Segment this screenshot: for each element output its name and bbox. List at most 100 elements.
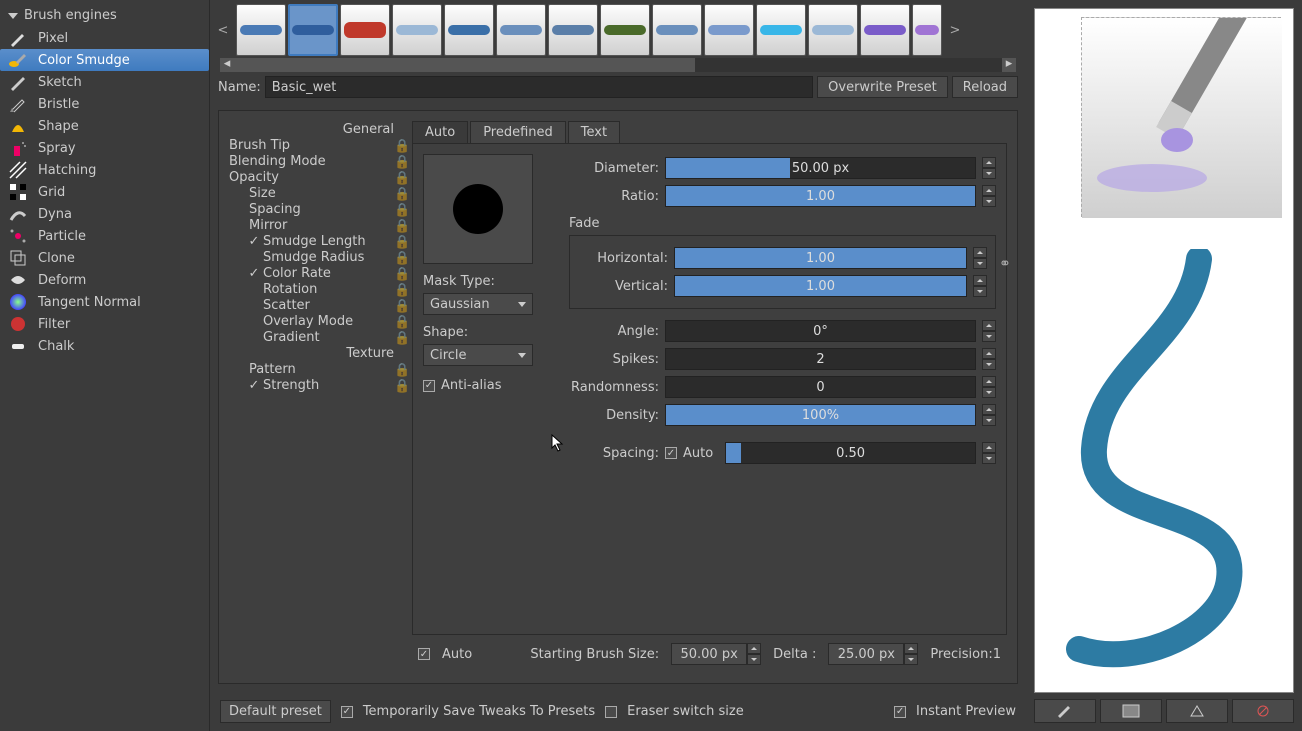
diameter-spinner[interactable] (982, 157, 996, 179)
sbs-spinner[interactable] (747, 643, 761, 665)
preset-scrollbar[interactable]: ◂ ▸ (234, 58, 1002, 72)
tree-item-mirror[interactable]: Mirror🔒 (229, 217, 404, 233)
param-label: Angle: (569, 324, 659, 339)
tree-section-general[interactable]: General (229, 121, 404, 137)
tree-label: Size (249, 186, 276, 201)
density-spinner[interactable] (982, 404, 996, 426)
preset-prev-button[interactable]: < (214, 23, 232, 38)
tree-section-texture[interactable]: Texture (229, 345, 404, 361)
tree-item-scatter[interactable]: Scatter🔒 (229, 297, 404, 313)
fill-background-button[interactable] (1166, 699, 1228, 723)
tree-item-smudge-length[interactable]: ✓Smudge Length🔒 (229, 233, 404, 249)
angle-slider[interactable]: 0° (665, 320, 976, 342)
param-density: Density: 100% (569, 401, 996, 429)
sidebar-item-hatching[interactable]: Hatching (0, 159, 209, 181)
scrollbar-thumb[interactable] (234, 58, 695, 72)
instant-preview-checkbox[interactable] (894, 706, 906, 718)
delta-spinner[interactable] (904, 643, 918, 665)
antialias-checkbox-row[interactable]: Anti-alias (423, 378, 553, 393)
sidebar-item-grid[interactable]: Grid (0, 181, 209, 203)
link-icon[interactable]: ⚭ (999, 256, 1013, 292)
tree-item-brush-tip[interactable]: Brush Tip🔒 (229, 137, 404, 153)
precision-auto-checkbox[interactable] (418, 648, 430, 660)
sidebar-item-clone[interactable]: Clone (0, 247, 209, 269)
preset-next-button[interactable]: > (946, 23, 964, 38)
tab-predefined[interactable]: Predefined (470, 121, 566, 143)
shape-dropdown[interactable]: Circle (423, 344, 533, 366)
temp-save-checkbox[interactable] (341, 706, 353, 718)
scratchpad-canvas[interactable] (1034, 8, 1294, 693)
diameter-slider[interactable]: 50.00 px (665, 157, 976, 179)
preset-thumb[interactable] (236, 4, 286, 56)
sidebar-item-chalk[interactable]: Chalk (0, 335, 209, 357)
tree-item-pattern[interactable]: Pattern🔒 (229, 361, 404, 377)
tree-item-color-rate[interactable]: ✓Color Rate🔒 (229, 265, 404, 281)
scroll-left-arrow-icon[interactable]: ◂ (220, 58, 234, 72)
spacing-spinner[interactable] (982, 442, 996, 464)
vertical-spinner[interactable] (973, 275, 987, 297)
preset-thumb[interactable] (548, 4, 598, 56)
ratio-spinner[interactable] (982, 185, 996, 207)
sidebar-item-bristle[interactable]: Bristle (0, 93, 209, 115)
preset-thumb[interactable] (756, 4, 806, 56)
overwrite-preset-button[interactable]: Overwrite Preset (817, 76, 948, 98)
sidebar-item-shape[interactable]: Shape (0, 115, 209, 137)
spacing-auto-checkbox[interactable] (665, 447, 677, 459)
horizontal-slider[interactable]: 1.00 (674, 247, 967, 269)
tree-item-strength[interactable]: ✓Strength🔒 (229, 377, 404, 393)
density-slider[interactable]: 100% (665, 404, 976, 426)
tree-item-spacing[interactable]: Spacing🔒 (229, 201, 404, 217)
angle-spinner[interactable] (982, 320, 996, 342)
preset-thumb[interactable] (704, 4, 754, 56)
randomness-spinner[interactable] (982, 376, 996, 398)
preset-thumb[interactable] (496, 4, 546, 56)
tree-item-size[interactable]: Size🔒 (229, 185, 404, 201)
preset-name-input[interactable] (265, 76, 813, 98)
mask-type-dropdown[interactable]: Gaussian (423, 293, 533, 315)
spikes-spinner[interactable] (982, 348, 996, 370)
tree-item-overlay-mode[interactable]: Overlay Mode🔒 (229, 313, 404, 329)
fill-gradient-button[interactable] (1100, 699, 1162, 723)
default-preset-button[interactable]: Default preset (220, 700, 331, 723)
tree-item-rotation[interactable]: Rotation🔒 (229, 281, 404, 297)
fill-brush-button[interactable] (1034, 699, 1096, 723)
reload-preset-button[interactable]: Reload (952, 76, 1018, 98)
preset-thumb[interactable] (444, 4, 494, 56)
sidebar-item-tangent-normal[interactable]: Tangent Normal (0, 291, 209, 313)
sidebar-item-filter[interactable]: Filter (0, 313, 209, 335)
spikes-slider[interactable]: 2 (665, 348, 976, 370)
ratio-slider[interactable]: 1.00 (665, 185, 976, 207)
spacing-slider[interactable]: 0.50 (725, 442, 976, 464)
sidebar-item-particle[interactable]: Particle (0, 225, 209, 247)
preset-thumb[interactable] (288, 4, 338, 56)
horizontal-spinner[interactable] (973, 247, 987, 269)
preset-thumb[interactable] (860, 4, 910, 56)
tab-auto[interactable]: Auto (412, 121, 468, 143)
sidebar-item-color-smudge[interactable]: Color Smudge (0, 49, 209, 71)
starting-brush-size-input[interactable] (671, 643, 747, 665)
preset-thumb[interactable] (392, 4, 442, 56)
tree-item-opacity[interactable]: Opacity🔒 (229, 169, 404, 185)
preset-thumb[interactable] (808, 4, 858, 56)
sidebar-item-sketch[interactable]: Sketch (0, 71, 209, 93)
sidebar-item-dyna[interactable]: Dyna (0, 203, 209, 225)
scroll-right-arrow-icon[interactable]: ▸ (1002, 58, 1016, 72)
preset-thumb[interactable] (340, 4, 390, 56)
preset-thumb[interactable] (600, 4, 650, 56)
clear-scratchpad-button[interactable] (1232, 699, 1294, 723)
vertical-slider[interactable]: 1.00 (674, 275, 967, 297)
tree-item-gradient[interactable]: Gradient🔒 (229, 329, 404, 345)
tab-text[interactable]: Text (568, 121, 620, 143)
sidebar-item-deform[interactable]: Deform (0, 269, 209, 291)
preset-thumb[interactable] (652, 4, 702, 56)
eraser-switch-checkbox[interactable] (605, 706, 617, 718)
tree-item-smudge-radius[interactable]: Smudge Radius🔒 (229, 249, 404, 265)
delta-input[interactable] (828, 643, 904, 665)
sidebar-item-spray[interactable]: Spray (0, 137, 209, 159)
sidebar-item-pixel[interactable]: Pixel (0, 27, 209, 49)
param-label: Randomness: (569, 380, 659, 395)
tree-item-blending-mode[interactable]: Blending Mode🔒 (229, 153, 404, 169)
randomness-slider[interactable]: 0 (665, 376, 976, 398)
preset-thumb[interactable] (912, 4, 942, 56)
lock-icon: 🔒 (394, 267, 404, 277)
